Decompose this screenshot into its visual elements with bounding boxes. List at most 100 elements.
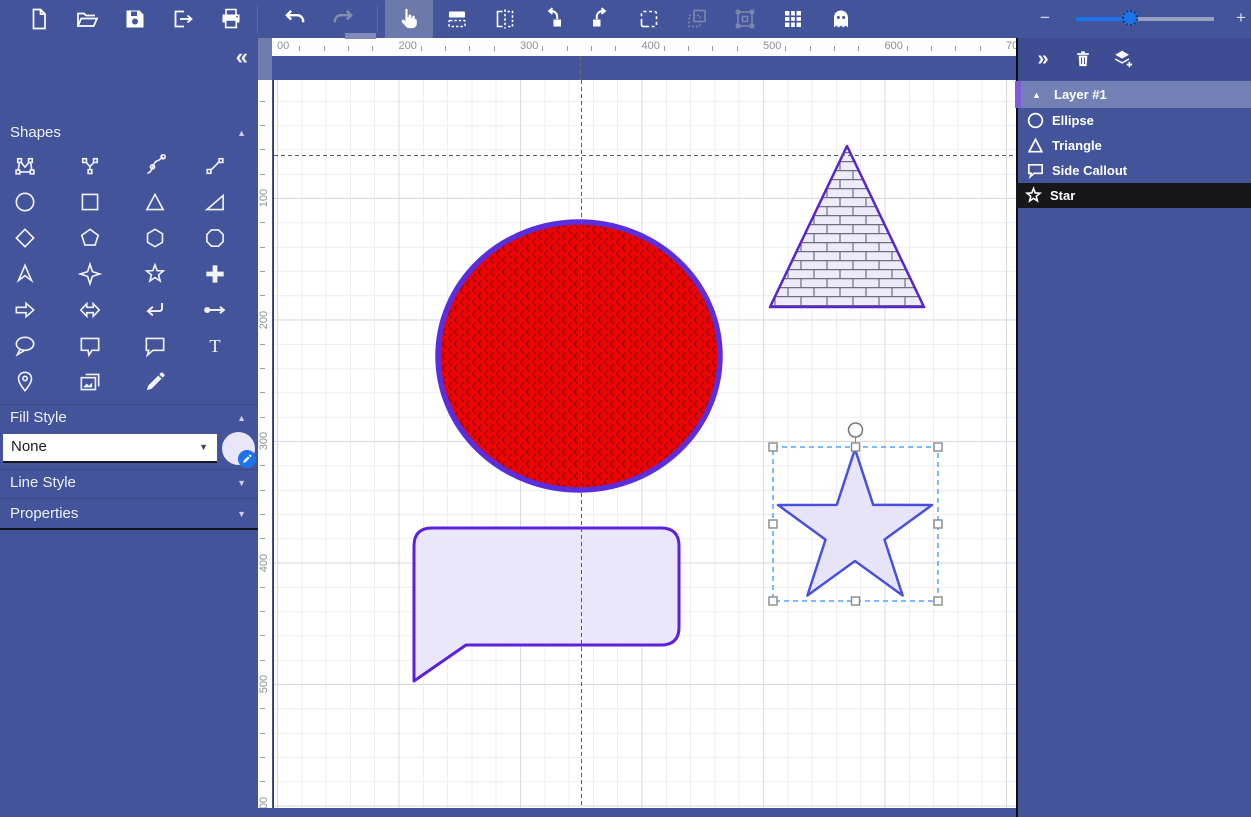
shape-tool-pentagon-icon[interactable] [75, 223, 105, 253]
section-divider [0, 498, 258, 499]
eyedropper-icon[interactable] [238, 450, 256, 468]
chevron-down-icon[interactable]: ▼ [237, 478, 246, 488]
mirror-horizontal-icon[interactable] [481, 0, 529, 38]
rotate-handle[interactable] [849, 423, 863, 437]
shape-tool-ellipse-callout-icon[interactable] [10, 331, 40, 361]
zoom-slider[interactable] [1076, 17, 1214, 21]
ruler-tick [260, 344, 265, 345]
ghost-preview-icon[interactable] [817, 0, 865, 38]
ruler-tick [260, 733, 265, 734]
shape-tool-side-callout-icon[interactable] [140, 331, 170, 361]
shape-tool-polyline-icon[interactable] [75, 151, 105, 181]
ruler-label: 500 [258, 670, 270, 698]
shape-tool-image-icon[interactable] [75, 367, 105, 397]
marquee-select-icon[interactable] [625, 0, 673, 38]
chevron-down-icon[interactable]: ▼ [237, 509, 246, 519]
shape-tool-curve-icon[interactable] [140, 151, 170, 181]
ruler-tick [931, 46, 932, 51]
fill-style-section-header[interactable]: Fill Style ▲ [0, 407, 258, 431]
ruler-tick [299, 46, 300, 51]
active-layer-accent-strip [1015, 81, 1021, 108]
layers-panel: » ▲ Layer #1 Ellipse Triangle Side Callo… [1016, 38, 1251, 817]
shape-tool-double-arrow-icon[interactable] [75, 295, 105, 325]
rotate-ccw-icon[interactable] [529, 0, 577, 38]
ruler-tick [260, 781, 265, 782]
undo-icon[interactable] [271, 0, 319, 38]
shape-tool-line-icon[interactable] [200, 151, 230, 181]
frame-select-icon[interactable] [721, 0, 769, 38]
ruler-tick [324, 46, 325, 51]
export-icon[interactable] [159, 0, 207, 38]
section-divider [0, 469, 258, 470]
horizontal-scrollbar-thumb[interactable] [345, 33, 376, 39]
new-document-icon[interactable] [15, 0, 63, 38]
shape-tool-node-edit-icon[interactable] [10, 151, 40, 181]
fill-style-dropdown[interactable]: None ▼ [3, 434, 217, 463]
layer-item-side-callout[interactable]: Side Callout [1018, 158, 1251, 183]
collapse-up-icon[interactable]: ▲ [237, 128, 246, 138]
add-layer-icon[interactable] [1106, 42, 1140, 76]
shape-tool-dimension-line-icon[interactable] [200, 295, 230, 325]
ruler-label: 300 [520, 40, 538, 52]
ruler-tick [260, 271, 265, 272]
zoom-in-button[interactable]: + [1236, 8, 1246, 28]
shape-side-callout[interactable] [414, 528, 679, 681]
shape-tool-three-point-star-icon[interactable] [10, 259, 40, 289]
shape-tool-octagon-icon[interactable] [200, 223, 230, 253]
ruler-label: 400 [258, 549, 270, 577]
shape-tool-arrow-right-icon[interactable] [10, 295, 40, 325]
shape-ellipse[interactable] [438, 222, 720, 490]
ruler-tick [445, 46, 446, 51]
zoom-out-button[interactable]: − [1040, 8, 1050, 28]
shape-tool-pencil-icon[interactable] [140, 367, 170, 397]
ruler-tick [260, 295, 265, 296]
shape-tool-hexagon-icon[interactable] [140, 223, 170, 253]
shape-tool-text-icon[interactable]: T [200, 331, 230, 361]
panel-expand-icon[interactable]: » [1026, 42, 1060, 76]
layer-item-label: Side Callout [1052, 163, 1127, 178]
shape-tool-four-point-star-icon[interactable] [75, 259, 105, 289]
flip-vertical-icon[interactable] [433, 0, 481, 38]
pointer-tool-icon[interactable] [385, 0, 433, 38]
shape-tool-diamond-icon[interactable] [10, 223, 40, 253]
shape-tool-star-icon[interactable] [140, 259, 170, 289]
collapse-sidebar-button[interactable]: « [236, 44, 248, 70]
shape-tool-rectangle-icon[interactable] [75, 187, 105, 217]
svg-text:T: T [209, 336, 220, 356]
rotate-cw-icon[interactable] [577, 0, 625, 38]
layer-item-label: Ellipse [1052, 113, 1094, 128]
collapse-up-icon[interactable]: ▲ [237, 413, 246, 423]
collapse-up-icon[interactable]: ▲ [1032, 90, 1041, 100]
shape-tool-triangle-icon[interactable] [140, 187, 170, 217]
properties-section-header[interactable]: Properties ▼ [0, 503, 258, 527]
canvas-region: 00200300400500600700 100200300400500600 [258, 38, 1018, 817]
shape-tool-return-arrow-icon[interactable] [140, 295, 170, 325]
ruler-tick [260, 514, 265, 515]
layer-item-star[interactable]: Star [1016, 183, 1251, 208]
shape-tool-rectangle-callout-icon[interactable] [75, 331, 105, 361]
shape-star[interactable] [778, 449, 932, 596]
open-folder-icon[interactable] [63, 0, 111, 38]
shape-tool-ellipse-icon[interactable] [10, 187, 40, 217]
ruler-tick [421, 46, 422, 51]
shape-tool-cross-icon[interactable] [200, 259, 230, 289]
layer-row[interactable]: ▲ Layer #1 [1018, 81, 1251, 108]
save-icon[interactable] [111, 0, 159, 38]
ruler-tick [260, 247, 265, 248]
drawing-canvas[interactable] [273, 80, 1017, 808]
line-style-section-header[interactable]: Line Style ▼ [0, 472, 258, 496]
ruler-tick [260, 125, 265, 126]
shape-tool-location-pin-icon[interactable] [10, 367, 40, 397]
shapes-section-header[interactable]: Shapes ▲ [0, 122, 258, 146]
grid-icon[interactable] [769, 0, 817, 38]
ruler-tick [907, 46, 908, 51]
paste-chip-icon[interactable] [673, 0, 721, 38]
shape-triangle[interactable] [770, 146, 924, 307]
delete-layer-icon[interactable] [1066, 42, 1100, 76]
triangle-icon [1026, 136, 1045, 155]
zoom-slider-thumb[interactable] [1122, 10, 1138, 26]
layer-item-ellipse[interactable]: Ellipse [1018, 108, 1251, 133]
layer-item-triangle[interactable]: Triangle [1018, 133, 1251, 158]
print-icon[interactable] [207, 0, 255, 38]
shape-tool-right-triangle-icon[interactable] [200, 187, 230, 217]
